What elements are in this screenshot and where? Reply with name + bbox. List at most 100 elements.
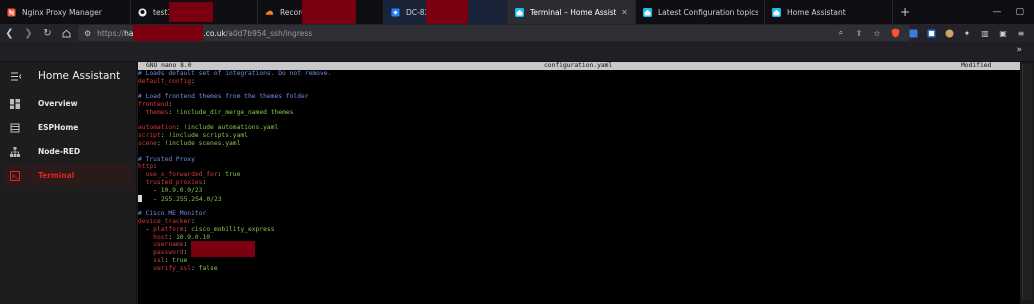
puzzle-extensions-icon[interactable]: ✦	[962, 28, 972, 38]
yaml-token: :	[202, 178, 207, 186]
file-line: script: !include scripts.yaml	[138, 132, 1020, 140]
yaml-token: :	[156, 139, 165, 147]
yaml-token: :	[168, 108, 176, 116]
redaction-block	[426, 0, 468, 24]
file-line: # Loads default set of integrations. Do …	[138, 70, 1020, 78]
share-icon[interactable]: ⇪	[854, 28, 864, 38]
terminal-window[interactable]: GNU nano 8.0 configuration.yaml Modified…	[138, 62, 1020, 304]
menu-icon[interactable]: ≡	[1016, 28, 1026, 38]
tab-latest-configuration-topics[interactable]: Latest Configuration topics - Home	[636, 0, 765, 24]
maximize-icon[interactable]: ▢	[1015, 7, 1024, 17]
yaml-token: -	[138, 186, 161, 194]
url-path: /a0d7b954_ssh/ingress	[225, 28, 313, 38]
home-icon[interactable]	[57, 24, 76, 42]
menu-open-icon[interactable]	[10, 71, 22, 81]
tab-nginx-proxy-manager[interactable]: Nginx Proxy Manager	[0, 0, 131, 24]
yaml-token: username	[138, 241, 184, 249]
yaml-token: 255.255.254.0/23	[160, 195, 222, 203]
sitemap-icon	[10, 146, 20, 157]
file-line: host: 10.9.0.10	[138, 234, 1020, 242]
sidebar-item-overview[interactable]: Overview	[4, 93, 132, 114]
nano-filename: configuration.yaml	[544, 62, 613, 69]
url-host: ha	[124, 28, 134, 38]
yaml-token: !include scenes.yaml	[164, 139, 241, 147]
yaml-token: false	[198, 264, 218, 272]
yaml-token: scene	[138, 139, 157, 147]
yaml-token: trusted_proxies	[138, 178, 203, 186]
tab-cloudflare-records[interactable]: Records | .co.uk	[258, 0, 384, 24]
scrollbar-thumb[interactable]	[1022, 64, 1032, 300]
sidebar-item-label: Overview	[38, 99, 78, 108]
yaml-token: :	[168, 233, 176, 241]
tab-jira-dc82[interactable]: DC-82 - Jan	[384, 0, 508, 24]
address-bar[interactable]: ⚙ https:// ha .co.uk /a0d7b954_ssh/ingre…	[78, 25, 910, 41]
page-scrollbar[interactable]	[1020, 62, 1034, 304]
new-tab-button[interactable]: +	[893, 0, 917, 24]
yaml-token: -	[138, 225, 154, 233]
sidebar-item-label: Node-RED	[38, 147, 81, 156]
yaml-token: # Cisco ME Monitor	[138, 210, 207, 218]
yaml-token: :	[164, 256, 173, 264]
sidebar-header: Home Assistant	[0, 62, 136, 90]
file-line: password:	[138, 249, 1020, 257]
sidebar-item-esphome[interactable]: ESPHome	[4, 117, 132, 138]
file-line	[138, 117, 1020, 125]
tab-terminal-home-assistant[interactable]: Terminal – Home Assistant ✕	[508, 0, 636, 24]
yaml-token: default_config	[138, 77, 192, 85]
yaml-token: :	[183, 225, 192, 233]
toolbar-actions: ⌕ ⇪ ☆ ✦ ▥ ▣ ≡	[836, 24, 1026, 42]
redaction-block	[191, 241, 256, 250]
redaction-block	[191, 249, 256, 257]
yaml-token: http	[138, 163, 154, 171]
cookie-extension-icon[interactable]	[944, 28, 954, 38]
file-line: # Cisco ME Monitor	[138, 210, 1020, 218]
sidebar-item-label: Terminal	[38, 171, 75, 180]
yaml-token: # Loads default set of integrations. Do …	[138, 69, 332, 77]
forward-icon[interactable]: ❯	[19, 24, 38, 42]
window-controls: — ▢	[956, 0, 1034, 24]
yaml-token: !include_dir_merge_named themes	[175, 108, 294, 116]
file-line: - 255.255.254.0/23	[138, 194, 1020, 203]
sidebar-item-node-red[interactable]: Node-RED	[4, 141, 132, 162]
yaml-token: :	[183, 241, 192, 249]
site-info-icon[interactable]: ⚙	[84, 29, 91, 38]
nano-version: GNU nano 8.0	[146, 62, 192, 69]
tab-label: Nginx Proxy Manager	[22, 7, 102, 17]
tab-label: Terminal – Home Assistant	[530, 7, 616, 17]
wallet-icon[interactable]: ▣	[998, 28, 1008, 38]
yaml-token: frontend	[138, 100, 169, 108]
github-icon	[138, 8, 147, 17]
bookmark-icon[interactable]: ☆	[872, 28, 882, 38]
sidebar-item-terminal[interactable]: Terminal	[4, 165, 132, 186]
yaml-token: ssl	[138, 256, 165, 264]
file-content[interactable]: # Loads default set of integrations. Do …	[138, 70, 1020, 273]
tab-home-assistant[interactable]: Home Assistant	[765, 0, 893, 24]
file-line: ssl: true	[138, 257, 1020, 265]
zoom-icon[interactable]: ⌕	[836, 28, 846, 38]
redaction-block	[169, 2, 213, 22]
yaml-token: :	[183, 249, 192, 257]
yaml-token: :	[191, 217, 195, 225]
bitwarden-icon[interactable]	[908, 28, 918, 38]
file-line: scene: !include scenes.yaml	[138, 140, 1020, 148]
yaml-token: true	[225, 171, 241, 179]
sidebar-toggle-icon[interactable]: ▥	[980, 28, 990, 38]
nano-status: Modified	[961, 62, 992, 69]
home-assistant-icon	[515, 7, 524, 17]
minimize-icon[interactable]: —	[992, 7, 1001, 17]
close-tab-icon[interactable]: ✕	[620, 8, 629, 17]
file-line: automation: !include automations.yaml	[138, 124, 1020, 132]
back-icon[interactable]: ❮	[0, 24, 19, 42]
tab-github[interactable]: test1 .co.uk	[131, 0, 258, 24]
yaml-token: device_tracker	[138, 217, 192, 225]
chevron-double-right-icon[interactable]: »	[1016, 45, 1022, 55]
brave-shield-icon[interactable]	[890, 28, 900, 38]
file-line: use_x_forwarded_for: true	[138, 171, 1020, 179]
yaml-token: verify_ssl	[138, 264, 192, 272]
yaml-token: platform	[153, 225, 184, 233]
reload-icon[interactable]: ↻	[38, 24, 57, 42]
extension-icon[interactable]	[926, 28, 936, 38]
yaml-token: :	[153, 163, 157, 171]
browser-toolbar: ❮ ❯ ↻ ⚙ https:// ha .co.uk /a0d7b954_ssh…	[0, 24, 1034, 42]
console-icon	[10, 170, 20, 181]
